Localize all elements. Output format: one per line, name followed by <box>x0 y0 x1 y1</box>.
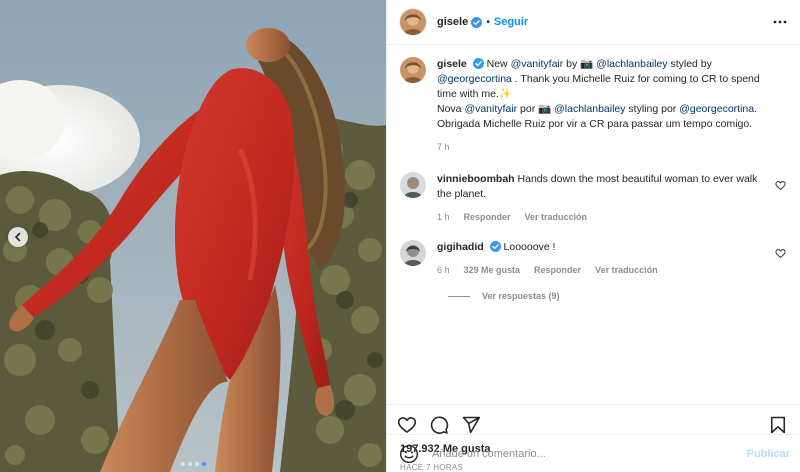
view-replies-button[interactable]: Ver respuestas (9) <box>448 291 788 301</box>
post-header: gisele • Seguir <box>387 0 800 45</box>
carousel-dot <box>194 462 199 466</box>
caption-text: gisele New @vanityfair by 📷 @lachlanbail… <box>437 57 788 132</box>
comment-body: Looooove ! <box>503 241 556 253</box>
caption-text-segment: por 📷 <box>517 103 555 115</box>
more-horizontal-icon <box>773 20 787 24</box>
emoji-button[interactable] <box>399 444 419 464</box>
comment: gigihadid Looooove ! 6 h 329 Me gusta Re… <box>400 240 788 275</box>
mention-link[interactable]: @vanityfair <box>464 103 517 115</box>
heart-icon <box>775 249 786 258</box>
comment-meta: 1 h Responder Ver traducción <box>437 212 788 222</box>
caption: gisele New @vanityfair by 📷 @lachlanbail… <box>400 57 788 152</box>
save-button[interactable] <box>768 415 788 435</box>
smile-icon <box>399 444 419 463</box>
reply-button[interactable]: Responder <box>534 265 581 275</box>
verified-badge-icon <box>489 241 501 252</box>
caption-body: New @vanityfair by 📷 @lachlanbailey styl… <box>437 58 760 130</box>
caption-text-segment: styling por <box>625 103 680 115</box>
carousel-dot <box>187 462 192 466</box>
add-comment-bar: Publicar <box>387 434 800 472</box>
caption-time: 7 h <box>437 142 450 152</box>
translate-button[interactable]: Ver traducción <box>595 265 658 275</box>
avatar[interactable] <box>400 172 426 198</box>
replies-divider <box>448 295 470 297</box>
like-button[interactable] <box>397 415 417 435</box>
mention-link[interactable]: @lachlanbailey <box>554 103 625 115</box>
carousel-dot-active <box>201 462 206 466</box>
comments-list[interactable]: gisele New @vanityfair by 📷 @lachlanbail… <box>387 45 800 404</box>
caption-text-segment: by 📷 <box>563 58 597 70</box>
author-username[interactable]: gisele <box>437 16 468 28</box>
caption-text-segment: styled by <box>667 58 712 70</box>
comment-text: gigihadid Looooove ! <box>437 240 788 255</box>
heart-icon <box>397 417 417 433</box>
verified-badge-icon <box>472 58 484 69</box>
caption-text-segment: New <box>486 58 511 70</box>
publish-button[interactable]: Publicar <box>747 448 790 460</box>
verified-badge-icon <box>471 16 483 28</box>
comment-username[interactable]: vinnieboombah <box>437 173 515 185</box>
carousel-prev-button[interactable] <box>8 227 28 247</box>
carousel-dot <box>180 462 185 466</box>
comment-input[interactable] <box>432 447 747 460</box>
heart-icon <box>775 181 786 190</box>
avatar[interactable] <box>400 240 426 266</box>
comment-icon <box>430 416 449 434</box>
comment-time: 1 h <box>437 212 450 222</box>
view-replies-label: Ver respuestas (9) <box>482 291 560 301</box>
chevron-left-icon <box>14 232 21 242</box>
comment-likes-count[interactable]: 329 Me gusta <box>464 265 521 275</box>
avatar[interactable] <box>400 9 426 35</box>
comment-button[interactable] <box>429 415 449 435</box>
mention-link[interactable]: @lachlanbailey <box>596 58 667 70</box>
post-photo[interactable] <box>0 0 386 472</box>
comment-time: 6 h <box>437 265 450 275</box>
comment-text: vinnieboombah Hands down the most beauti… <box>437 172 788 202</box>
mention-link[interactable]: @georgecortina <box>437 73 512 85</box>
comment-username[interactable]: gigihadid <box>437 241 484 253</box>
translate-button[interactable]: Ver traducción <box>525 212 588 222</box>
reply-button[interactable]: Responder <box>464 212 511 222</box>
bookmark-icon <box>770 416 786 434</box>
photo-illustration <box>0 0 386 472</box>
mention-link[interactable]: @vanityfair <box>511 58 564 70</box>
mention-link[interactable]: @georgecortina <box>679 103 754 115</box>
caption-username[interactable]: gisele <box>437 58 467 70</box>
comment-like-button[interactable] <box>775 248 786 262</box>
carousel-indicator <box>0 462 386 466</box>
caption-text-segment: Nova <box>437 103 465 115</box>
comment-like-button[interactable] <box>775 180 786 194</box>
comment: vinnieboombah Hands down the most beauti… <box>400 172 788 222</box>
caption-meta: 7 h <box>437 142 788 152</box>
send-icon <box>462 416 481 434</box>
post-details-panel: gisele • Seguir gisele New @vanityfair b… <box>386 0 800 472</box>
instagram-post: gisele • Seguir gisele New @vanityfair b… <box>0 0 800 472</box>
avatar[interactable] <box>400 57 426 83</box>
more-options-button[interactable] <box>772 14 788 30</box>
separator-dot: • <box>486 16 490 28</box>
share-button[interactable] <box>461 415 481 435</box>
follow-button[interactable]: Seguir <box>494 16 528 28</box>
comment-meta: 6 h 329 Me gusta Responder Ver traducció… <box>437 265 788 275</box>
